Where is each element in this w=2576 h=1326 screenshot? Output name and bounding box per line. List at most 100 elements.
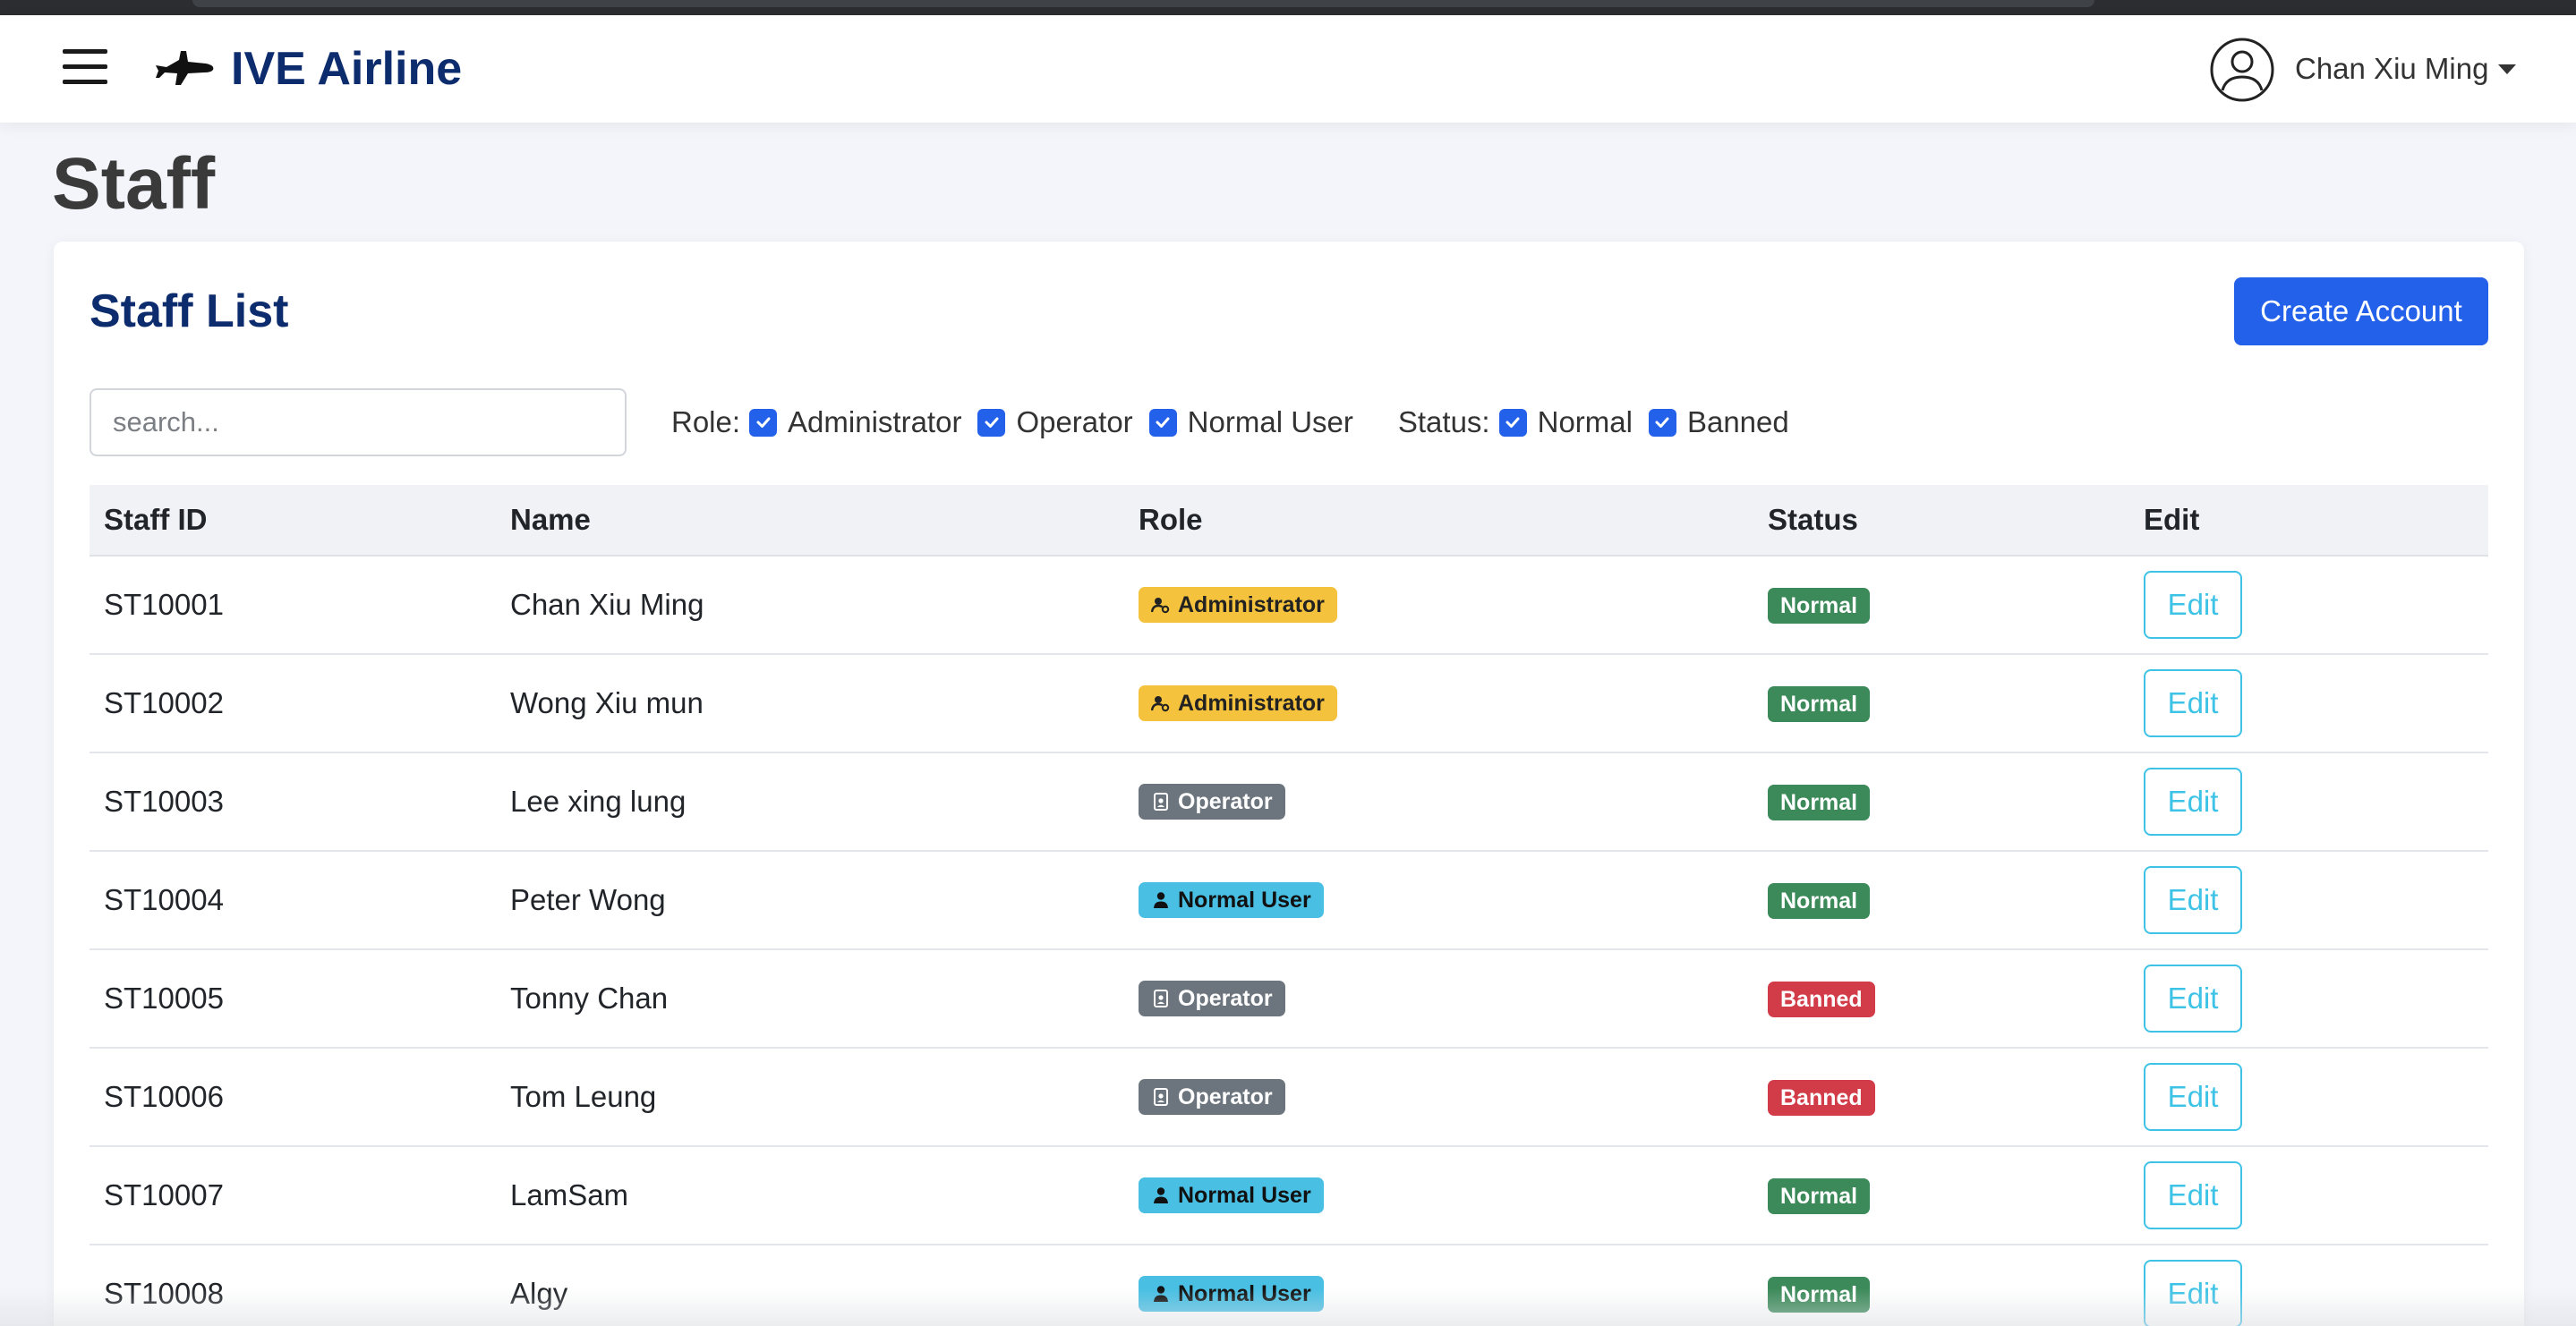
table-row: ST10007 LamSam Normal User Normal Edit (90, 1147, 2488, 1245)
edit-button[interactable]: Edit (2144, 1063, 2242, 1131)
cell-edit: Edit (2129, 768, 2488, 836)
header-role: Role (1139, 503, 1203, 536)
status-banned-checkbox[interactable] (1648, 408, 1676, 437)
role-badge-label: Operator (1178, 789, 1273, 814)
check-icon (1506, 417, 1520, 428)
cell-name: Tonny Chan (510, 982, 669, 1015)
cell-staff-id: ST10006 (104, 1080, 224, 1113)
cell-role: Operator (1124, 784, 1753, 820)
browser-top-strip (0, 0, 2576, 15)
status-badge: Normal (1768, 1277, 1871, 1313)
cell-status: Normal (1753, 881, 2129, 919)
cell-staff-id: ST10005 (104, 982, 224, 1015)
edit-button[interactable]: Edit (2144, 866, 2242, 934)
status-badge: Normal (1768, 686, 1871, 722)
role-badge: Operator (1139, 784, 1285, 820)
cell-staff-id: ST10003 (104, 785, 224, 818)
status-badge: Normal (1768, 785, 1871, 820)
table-row: ST10002 Wong Xiu mun Administrator Normal Ed… (90, 655, 2488, 753)
cell-role: Operator (1124, 1079, 1753, 1115)
check-icon (1655, 417, 1669, 428)
staff-list-card: Staff List Create Account Role: Administ… (54, 242, 2524, 1326)
role-badge-label: Operator (1178, 1084, 1273, 1109)
role-badge: Administrator (1139, 685, 1337, 721)
edit-button[interactable]: Edit (2144, 571, 2242, 639)
search-input[interactable] (90, 388, 627, 456)
status-badge: Banned (1768, 1080, 1875, 1116)
status-normal-label[interactable]: Normal (1538, 405, 1633, 439)
menu-icon[interactable] (63, 47, 107, 87)
cell-role: Administrator (1124, 587, 1753, 623)
edit-button[interactable]: Edit (2144, 1260, 2242, 1326)
person-badge-icon (1154, 793, 1168, 811)
person-icon (1154, 892, 1168, 908)
cell-status: Normal (1753, 1275, 2129, 1313)
airplane-icon (156, 51, 214, 85)
edit-button[interactable]: Edit (2144, 1161, 2242, 1229)
card-title: Staff List (90, 285, 289, 337)
staff-table: Staff ID Name Role Status Edit ST10001 Ch… (90, 485, 2488, 1326)
cell-edit: Edit (2129, 571, 2488, 639)
cell-staff-id: ST10001 (104, 588, 224, 621)
cell-name: Tom Leung (510, 1080, 657, 1113)
edit-button[interactable]: Edit (2144, 768, 2242, 836)
person-gear-icon (1151, 696, 1170, 712)
cell-role: Operator (1124, 981, 1753, 1016)
cell-edit: Edit (2129, 1260, 2488, 1326)
cell-status: Normal (1753, 783, 2129, 820)
cell-status: Normal (1753, 1177, 2129, 1214)
table-row: ST10006 Tom Leung Operator Banned Edit (90, 1049, 2488, 1147)
role-operator-checkbox[interactable] (977, 408, 1006, 437)
role-badge: Normal User (1139, 882, 1324, 918)
user-circle-icon[interactable] (2209, 37, 2275, 103)
status-banned-label[interactable]: Banned (1687, 405, 1789, 439)
table-body: ST10001 Chan Xiu Ming Administrator Normal E… (90, 557, 2488, 1326)
role-badge-label: Operator (1178, 986, 1273, 1011)
cell-role: Normal User (1124, 882, 1753, 918)
status-normal-checkbox[interactable] (1498, 408, 1527, 437)
check-icon (985, 417, 999, 428)
role-badge: Administrator (1139, 587, 1337, 623)
role-badge-label: Administrator (1178, 691, 1325, 716)
cell-role: Normal User (1124, 1177, 1753, 1213)
cell-name: Peter Wong (510, 883, 666, 916)
edit-button[interactable]: Edit (2144, 965, 2242, 1033)
cell-edit: Edit (2129, 1161, 2488, 1229)
chevron-down-icon[interactable] (2498, 64, 2516, 74)
edit-button[interactable]: Edit (2144, 669, 2242, 737)
user-menu-name[interactable]: Chan Xiu Ming (2295, 51, 2488, 87)
person-gear-icon (1151, 598, 1170, 614)
cell-edit: Edit (2129, 1063, 2488, 1131)
role-filter-label: Role: (671, 405, 741, 438)
table-row: ST10001 Chan Xiu Ming Administrator Normal E… (90, 557, 2488, 655)
status-badge: Normal (1768, 588, 1871, 624)
page-title: Staff (52, 143, 216, 225)
browser-tab-strip (192, 0, 2094, 7)
role-normal-user-label[interactable]: Normal User (1188, 405, 1353, 439)
cell-staff-id: ST10004 (104, 883, 224, 916)
cell-edit: Edit (2129, 866, 2488, 934)
person-icon (1154, 1286, 1168, 1302)
role-badge: Operator (1139, 1079, 1285, 1115)
top-navbar: IVE Airline Chan Xiu Ming (0, 15, 2576, 123)
cell-role: Normal User (1124, 1276, 1753, 1312)
header-staff-id: Staff ID (104, 503, 208, 536)
role-badge-label: Normal User (1178, 888, 1311, 913)
table-header: Staff ID Name Role Status Edit (90, 485, 2488, 557)
brand-name[interactable]: IVE Airline (231, 40, 462, 98)
status-filter-label: Status: (1397, 405, 1490, 438)
role-badge-label: Normal User (1178, 1183, 1311, 1208)
person-badge-icon (1154, 990, 1168, 1007)
header-status: Status (1768, 503, 1858, 536)
role-normal-user-checkbox[interactable] (1148, 408, 1177, 437)
role-administrator-label[interactable]: Administrator (788, 405, 961, 439)
check-icon (756, 417, 771, 428)
role-badge: Operator (1139, 981, 1285, 1016)
role-badge-label: Normal User (1178, 1281, 1311, 1306)
role-badge-label: Administrator (1178, 592, 1325, 617)
role-operator-label[interactable]: Operator (1016, 405, 1132, 439)
create-account-button[interactable]: Create Account (2234, 277, 2488, 345)
cell-status: Banned (1753, 980, 2129, 1017)
cell-staff-id: ST10007 (104, 1178, 224, 1211)
role-administrator-checkbox[interactable] (749, 408, 778, 437)
